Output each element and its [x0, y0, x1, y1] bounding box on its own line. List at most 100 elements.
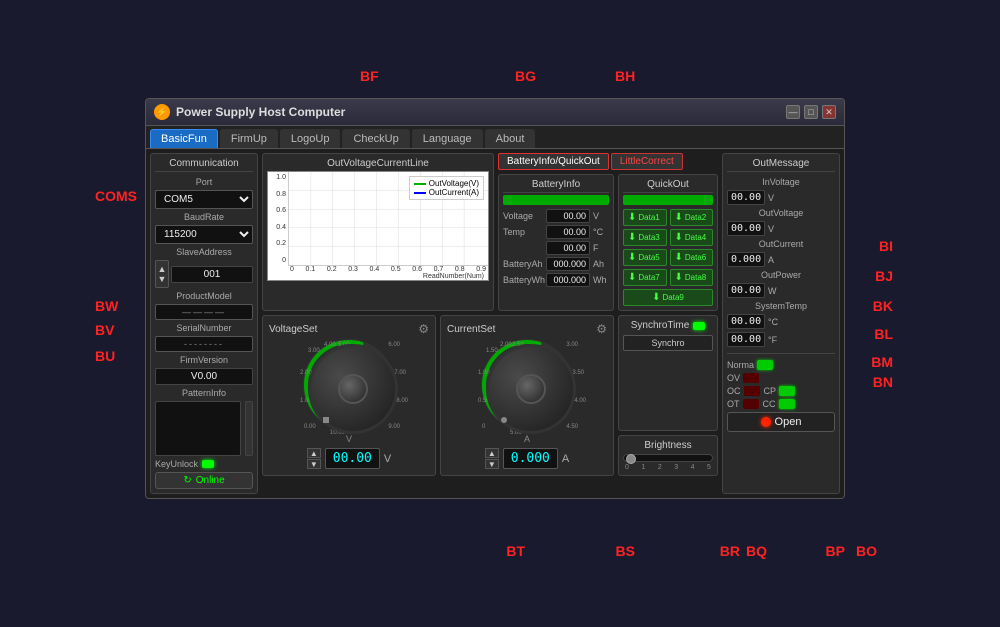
battery-ah-value: 000.000: [546, 257, 590, 271]
x-label-3: 0.3: [348, 266, 358, 280]
x-axis-label: ReadNumber(Num): [423, 273, 484, 280]
system-temp-label: SystemTemp: [727, 301, 835, 311]
tab-language[interactable]: Language: [412, 129, 483, 148]
close-button[interactable]: ✕: [822, 105, 836, 119]
data9-button[interactable]: ⬇Data9: [623, 289, 713, 306]
y-label-3: 0.6: [268, 207, 288, 214]
annotation-BR: BR: [720, 543, 740, 559]
brightness-track[interactable]: [623, 454, 713, 462]
battery-info-tab[interactable]: BatteryInfo/QuickOut: [498, 153, 609, 170]
data1-button[interactable]: ⬇Data1: [623, 209, 667, 226]
online-label: Online: [196, 475, 225, 486]
data7-button[interactable]: ⬇Data7: [623, 269, 667, 286]
out-power-label: OutPower: [727, 270, 835, 280]
brightness-panel: Brightness 0 1 2 3 4: [618, 435, 718, 476]
slave-address-up-down[interactable]: ▲▼: [155, 260, 169, 288]
annotation-BV: BV: [95, 322, 114, 338]
tab-checkup[interactable]: CheckUp: [342, 129, 409, 148]
ot-label: OT: [727, 399, 740, 409]
data6-button[interactable]: ⬇Data6: [670, 249, 714, 266]
quickout-title: QuickOut: [623, 179, 713, 193]
legend-voltage-label: OutVoltage(V): [429, 179, 479, 188]
annotation-BJ: BJ: [875, 268, 893, 284]
x-label-2: 0.2: [327, 266, 337, 280]
y-label-6: 0: [268, 257, 288, 264]
synchro-button[interactable]: Synchro: [623, 335, 713, 351]
baudrate-select[interactable]: 115200: [155, 225, 253, 244]
voltage-set-header: VoltageSet ⚙: [269, 322, 429, 336]
cp-label: CP: [764, 386, 777, 396]
slave-address-stepper: ▲▼ 001: [155, 260, 253, 288]
minimize-button[interactable]: —: [786, 105, 800, 119]
tab-logoup[interactable]: LogoUp: [280, 129, 341, 148]
open-led: [761, 417, 771, 427]
system-temp-f-value: 00.00: [727, 332, 765, 347]
tab-basicfun[interactable]: BasicFun: [150, 129, 218, 148]
voltage-knob-outer[interactable]: [308, 344, 398, 434]
voltage-value: 00.00: [546, 209, 590, 223]
pattern-info-scrollbar[interactable]: [245, 401, 253, 456]
current-down-button[interactable]: ▼: [485, 459, 499, 469]
system-temp-f-row: 00.00 °F: [727, 332, 835, 347]
tab-firmup[interactable]: FirmUp: [220, 129, 278, 148]
current-knob-outer[interactable]: [486, 344, 576, 434]
maximize-button[interactable]: □: [804, 105, 818, 119]
ov-status: OV: [727, 373, 835, 383]
norma-label: Norma: [727, 360, 754, 370]
voltage-display-unit: V: [384, 453, 391, 465]
battery-info-title: BatteryInfo: [503, 179, 609, 193]
in-voltage-row: 00.00 V: [727, 190, 835, 205]
data5-button[interactable]: ⬇Data5: [623, 249, 667, 266]
voltage-set-title: VoltageSet: [269, 324, 317, 335]
key-unlock-row: KeyUnlock: [155, 459, 253, 469]
pattern-info-area: [155, 401, 241, 456]
out-voltage-value: 00.00: [727, 221, 765, 236]
data2-button[interactable]: ⬇Data2: [670, 209, 714, 226]
out-power-value: 00.00: [727, 283, 765, 298]
battery-ah-row: BatteryAh 000.000 Ah: [503, 257, 609, 271]
little-correct-tab[interactable]: LittleCorrect: [611, 153, 683, 170]
firm-version-label: FirmVersion: [155, 355, 253, 365]
open-label: Open: [775, 416, 802, 428]
voltage-down-button[interactable]: ▼: [307, 459, 321, 469]
annotation-BW: BW: [95, 298, 118, 314]
current-knob-container: 2.50 3.00 3.50 4.00 4.50 5.00 0 0.50 1.0…: [482, 340, 572, 430]
port-label: Port: [155, 177, 253, 187]
voltage-set-panel: VoltageSet ⚙: [262, 315, 436, 476]
data4-button[interactable]: ⬇Data4: [670, 229, 714, 246]
current-stepper: ▲ ▼: [485, 448, 499, 469]
top-center: OutVoltageCurrentLine 1.0 0.8 0.6 0.4 0.…: [262, 153, 718, 311]
serial-number-label: SerialNumber: [155, 323, 253, 333]
brightness-label-4: 4: [691, 464, 695, 471]
synchro-title-label: SynchroTime: [631, 320, 690, 331]
window-title: Power Supply Host Computer: [176, 105, 345, 119]
chart-panel: OutVoltageCurrentLine 1.0 0.8 0.6 0.4 0.…: [262, 153, 494, 311]
battery-wh-label: BatteryWh: [503, 275, 543, 285]
temp-label: Temp: [503, 227, 543, 237]
open-button[interactable]: Open: [727, 412, 835, 432]
online-button[interactable]: ↻ Online: [155, 472, 253, 489]
annotation-BU: BU: [95, 348, 115, 364]
brightness-label-2: 2: [658, 464, 662, 471]
voltage-stepper: ▲ ▼: [307, 448, 321, 469]
chart-legend: OutVoltage(V) OutCurrent(A): [409, 176, 484, 200]
current-up-button[interactable]: ▲: [485, 448, 499, 458]
app-icon: ⚡: [154, 104, 170, 120]
current-set-gear-icon[interactable]: ⚙: [596, 322, 607, 336]
port-select[interactable]: COM5: [155, 190, 253, 209]
legend-voltage-color: [414, 183, 426, 185]
y-label-2: 0.8: [268, 191, 288, 198]
voltage-set-gear-icon[interactable]: ⚙: [418, 322, 429, 336]
voltage-label: Voltage: [503, 211, 543, 221]
temp2-row: 00.00 F: [503, 241, 609, 255]
voltage-up-button[interactable]: ▲: [307, 448, 321, 458]
center-area: OutVoltageCurrentLine 1.0 0.8 0.6 0.4 0.…: [262, 153, 718, 494]
quickout-bar: [623, 195, 713, 205]
data3-button[interactable]: ⬇Data3: [623, 229, 667, 246]
temp-unit: °C: [593, 227, 609, 237]
battery-quickout-panel: BatteryInfo/QuickOut LittleCorrect Batte…: [498, 153, 718, 311]
annotation-BG: BG: [515, 68, 536, 84]
current-value-row: ▲ ▼ 0.000 A: [485, 448, 569, 469]
data8-button[interactable]: ⬇Data8: [670, 269, 714, 286]
tab-about[interactable]: About: [485, 129, 536, 148]
